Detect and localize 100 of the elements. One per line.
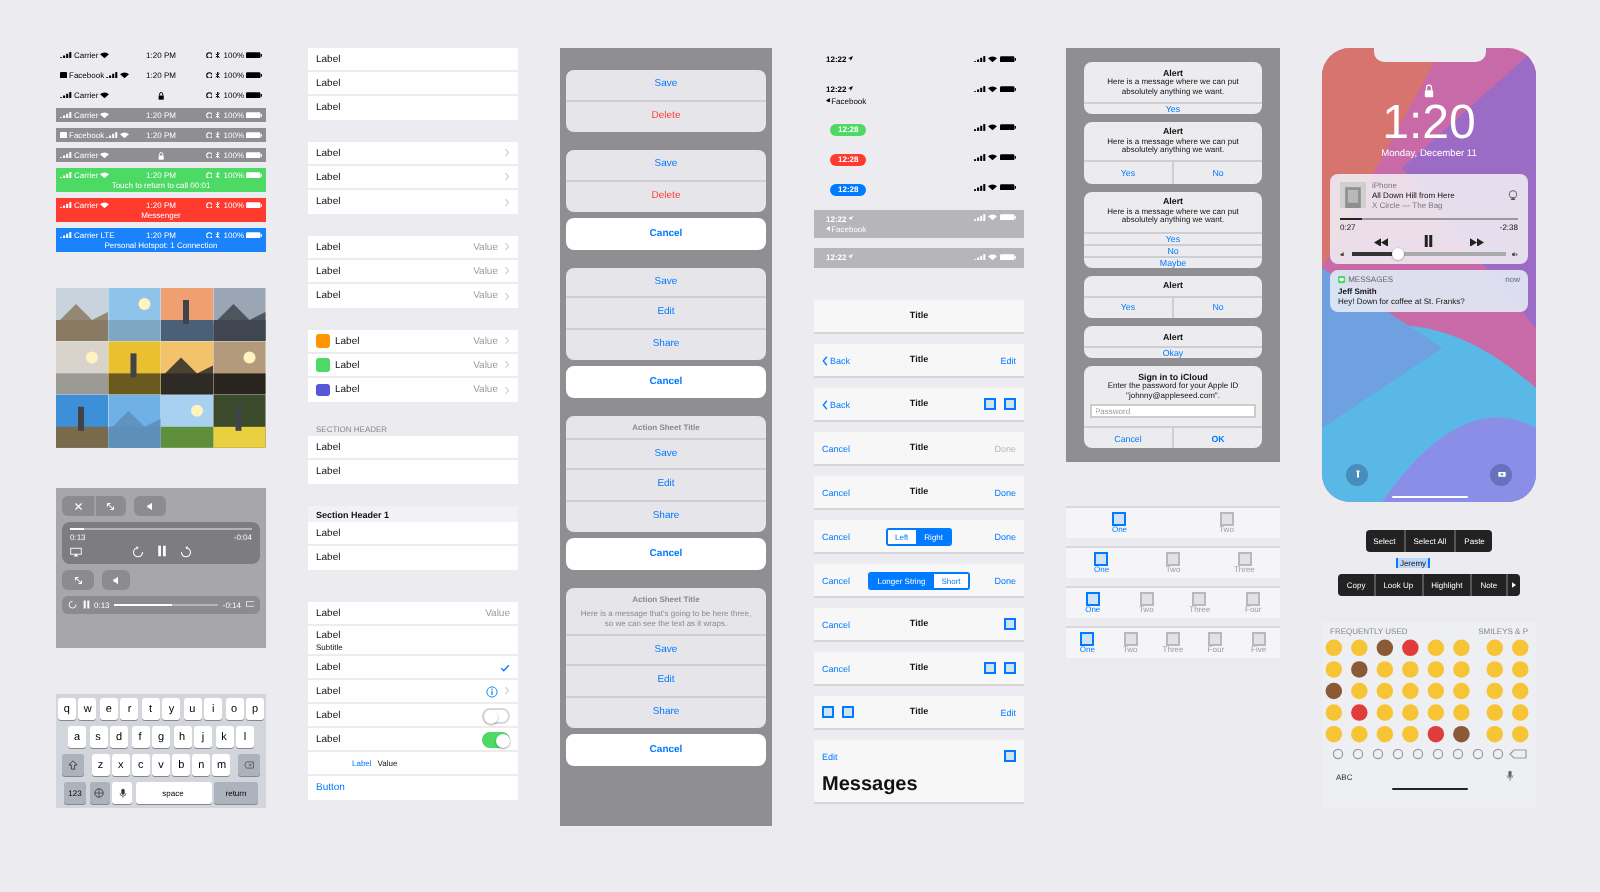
battery-icon bbox=[1000, 55, 1016, 62]
chevron-icon bbox=[822, 355, 828, 366]
square-icon[interactable] bbox=[842, 706, 854, 719]
volume-button[interactable] bbox=[134, 496, 166, 516]
toggle-switch[interactable] bbox=[482, 731, 510, 747]
square-icon bbox=[1080, 632, 1095, 647]
microphone-icon[interactable] bbox=[1506, 770, 1514, 782]
wifi-icon bbox=[988, 154, 998, 161]
signal-icon bbox=[974, 154, 987, 161]
chevron-icon bbox=[504, 266, 510, 276]
chevron-icon bbox=[504, 197, 510, 207]
battery-icon bbox=[1000, 124, 1016, 131]
bluetooth-icon bbox=[214, 171, 222, 179]
toggle-switch[interactable] bbox=[482, 707, 510, 723]
battery-icon bbox=[1000, 85, 1016, 92]
wifi-icon bbox=[100, 111, 110, 119]
signal-icon bbox=[60, 91, 72, 99]
signal-icon bbox=[974, 253, 987, 260]
square-icon[interactable] bbox=[822, 706, 834, 719]
wifi-icon bbox=[988, 253, 998, 260]
shift-key[interactable] bbox=[61, 754, 85, 776]
battery-icon bbox=[1000, 184, 1016, 191]
skip-back-icon[interactable] bbox=[68, 600, 77, 610]
wifi-icon bbox=[988, 124, 998, 131]
wifi-icon bbox=[988, 184, 998, 191]
battery-icon bbox=[246, 231, 262, 239]
close-icon bbox=[73, 501, 83, 511]
signal-icon bbox=[60, 231, 72, 239]
wifi-icon bbox=[120, 131, 130, 139]
bluetooth-icon bbox=[214, 91, 222, 99]
signal-icon bbox=[60, 171, 72, 179]
wifi-icon bbox=[120, 71, 130, 79]
alarm-icon bbox=[205, 71, 213, 79]
skip-back-icon[interactable] bbox=[131, 545, 143, 557]
square-icon bbox=[1208, 632, 1223, 647]
square-icon bbox=[1123, 632, 1138, 647]
square-icon[interactable] bbox=[984, 662, 997, 675]
square-icon bbox=[1094, 552, 1109, 567]
delete-key[interactable] bbox=[237, 754, 261, 776]
alarm-icon bbox=[205, 231, 213, 239]
bluetooth-icon bbox=[214, 151, 222, 159]
chevron-icon bbox=[504, 686, 510, 696]
square-icon bbox=[1112, 512, 1127, 527]
alarm-icon bbox=[205, 171, 213, 179]
wifi-icon bbox=[988, 85, 998, 92]
battery-icon bbox=[1000, 253, 1016, 260]
right-arrow-icon bbox=[1511, 582, 1516, 588]
info-icon[interactable] bbox=[486, 685, 498, 697]
location-arrow-icon bbox=[848, 86, 854, 92]
more-button[interactable] bbox=[1505, 574, 1520, 596]
emoji-categories-drawing[interactable] bbox=[1330, 748, 1530, 760]
volume-button[interactable] bbox=[102, 570, 130, 590]
globe-key[interactable] bbox=[89, 782, 109, 804]
square-icon[interactable] bbox=[984, 398, 997, 411]
microphone-icon bbox=[117, 788, 127, 798]
wifi-icon bbox=[100, 51, 110, 59]
globe-icon bbox=[94, 788, 104, 798]
chevron-icon bbox=[504, 242, 510, 252]
signal-icon bbox=[60, 51, 72, 59]
bluetooth-icon bbox=[214, 231, 222, 239]
back-arrow-icon[interactable] bbox=[826, 97, 830, 103]
wifi-icon bbox=[100, 151, 110, 159]
signal-icon bbox=[974, 55, 987, 62]
square-icon bbox=[1139, 592, 1154, 607]
location-arrow-icon bbox=[848, 56, 854, 62]
battery-icon bbox=[246, 171, 262, 179]
alarm-icon bbox=[205, 91, 213, 99]
battery-icon bbox=[246, 111, 262, 119]
skip-forward-icon[interactable] bbox=[179, 545, 191, 557]
chevron-icon bbox=[504, 291, 510, 301]
battery-icon bbox=[246, 71, 262, 79]
signal-icon bbox=[974, 124, 987, 131]
emoji-grid-drawing[interactable] bbox=[1324, 638, 1534, 744]
square-icon bbox=[1192, 592, 1207, 607]
resize-icon bbox=[73, 575, 83, 585]
alarm-icon bbox=[205, 111, 213, 119]
wifi-icon bbox=[988, 214, 998, 221]
bluetooth-icon bbox=[214, 71, 222, 79]
square-icon bbox=[1246, 592, 1261, 607]
speaker-icon bbox=[145, 501, 155, 511]
shift-icon bbox=[68, 760, 79, 770]
resize-button[interactable] bbox=[62, 570, 94, 590]
wifi-icon bbox=[100, 91, 110, 99]
chevron-icon bbox=[504, 172, 510, 182]
dictation-key[interactable] bbox=[112, 782, 132, 804]
signal-icon bbox=[60, 151, 72, 159]
square-icon[interactable] bbox=[1004, 750, 1016, 763]
square-icon bbox=[1237, 552, 1252, 567]
square-icon[interactable] bbox=[1004, 398, 1017, 411]
battery-icon bbox=[246, 131, 262, 139]
square-icon bbox=[1166, 632, 1181, 647]
square-icon[interactable] bbox=[1004, 662, 1017, 675]
square-icon[interactable] bbox=[1004, 618, 1017, 631]
app-icon bbox=[60, 131, 67, 139]
square-icon bbox=[1219, 512, 1234, 527]
location-arrow-icon bbox=[848, 215, 854, 221]
square-icon bbox=[1166, 552, 1180, 567]
battery-icon bbox=[246, 201, 262, 209]
large-title: Messages bbox=[822, 773, 920, 795]
chevron-icon bbox=[504, 385, 510, 395]
